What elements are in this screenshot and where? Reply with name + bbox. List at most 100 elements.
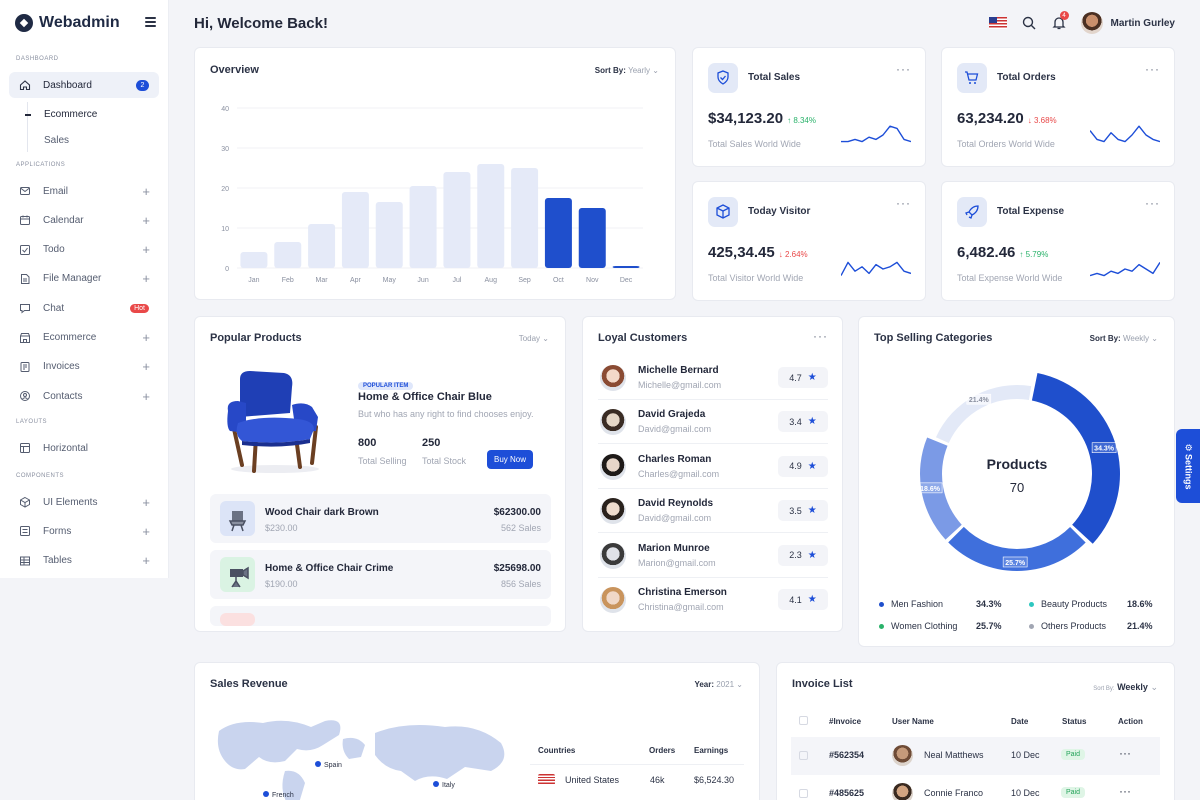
featured-product-desc: But who has any right to find chooses en… (358, 409, 534, 419)
customer-rating: 4.1 ★ (778, 589, 828, 610)
y-tick-label: 20 (221, 186, 229, 193)
list-item[interactable]: Marion Munroe Marion@gmail.com 2.3 ★ (598, 534, 828, 578)
sidebar-item-contacts[interactable]: Contacts + (9, 383, 159, 409)
top-selling-categories-card: Top Selling Categories Sort By: Weekly ⌄… (858, 316, 1175, 647)
row-checkbox[interactable] (799, 751, 808, 760)
popular-products-title: Popular Products (210, 332, 302, 344)
us-flag-icon[interactable] (988, 17, 1007, 29)
map-pin-icon (315, 761, 321, 767)
sidebar-subitem-ecommerce[interactable]: Ecommerce (44, 109, 97, 120)
customer-email: Charles@gmail.com (638, 468, 720, 479)
bar-may (375, 202, 403, 268)
more-icon[interactable]: ··· (896, 63, 911, 75)
stat-title: Total Orders (997, 72, 1056, 83)
list-item[interactable]: Michelle Bernard Michelle@gmail.com 4.7 ★ (598, 356, 828, 400)
sidebar-item-forms[interactable]: Forms + (9, 518, 159, 544)
bar-sep (511, 168, 539, 268)
table-row[interactable]: #562354 Neal Matthews 10 Dec Paid ··· (791, 737, 1160, 775)
sidebar-item-todo[interactable]: Todo + (9, 237, 159, 263)
customer-name: Marion Munroe (638, 542, 710, 554)
sidebar-item-label: Invoices (43, 361, 80, 373)
more-icon[interactable]: ··· (896, 197, 911, 209)
menu-toggle-icon[interactable] (145, 17, 156, 27)
plus-icon[interactable]: + (142, 389, 150, 404)
map-marker-french[interactable]: French (263, 791, 294, 799)
plus-icon[interactable]: + (142, 184, 150, 199)
table-row[interactable]: #485625 Connie Franco 10 Dec Paid ··· (791, 775, 1160, 800)
sidebar-item-horizontal[interactable]: Horizontal (9, 435, 159, 461)
list-item[interactable]: Charles Roman Charles@gmail.com 4.9 ★ (598, 445, 828, 489)
store-icon (19, 332, 31, 344)
sidebar-item-tables[interactable]: Tables + (9, 548, 159, 574)
invoice-id[interactable]: #562354 (829, 750, 864, 760)
invoice-id[interactable]: #485625 (829, 788, 864, 798)
buy-now-button[interactable]: Buy Now (487, 450, 534, 469)
legend-label: Men Fashion (891, 599, 944, 609)
x-tick-label: Dec (620, 277, 633, 284)
list-item[interactable]: Wood Chair dark Brown $230.00 $62300.00 … (210, 494, 551, 543)
section-applications: APPLICATIONS (16, 162, 66, 168)
bell-icon[interactable]: 4 (1051, 11, 1069, 31)
bar-apr (341, 192, 369, 268)
invoice-icon (19, 361, 31, 373)
search-icon[interactable] (1021, 15, 1037, 31)
more-icon[interactable]: ··· (813, 330, 828, 342)
row-checkbox[interactable] (799, 789, 808, 798)
stat-value: 6,482.46 ↑ 5.79% (957, 244, 1049, 261)
plus-icon[interactable]: + (142, 330, 150, 345)
more-icon[interactable]: ··· (1145, 63, 1160, 75)
stat-change: ↑ 8.34% (787, 116, 816, 125)
column-header: Countries (538, 746, 576, 755)
sidebar-item-dashboard[interactable]: Dashboard 2 (9, 72, 159, 98)
customer-email: Marion@gmail.com (638, 557, 716, 568)
list-item[interactable]: David Reynolds David@gmail.com 3.5 ★ (598, 489, 828, 534)
sidebar-item-email[interactable]: Email + (9, 178, 159, 204)
legend-item: Women Clothing 25.7% (879, 621, 1009, 631)
legend-value: 34.3% (976, 599, 1002, 609)
revenue-year-dropdown[interactable]: Year: 2021 ⌄ (694, 680, 743, 689)
plus-icon[interactable]: + (142, 271, 150, 286)
sidebar-item-file-manager[interactable]: File Manager + (9, 266, 159, 292)
logo[interactable]: Webadmin (15, 14, 120, 32)
user-menu[interactable]: Martin Gurley (1080, 12, 1175, 34)
invoice-sort-dropdown[interactable]: Sort By: Weekly ⌄ (1093, 682, 1158, 693)
more-icon[interactable]: ··· (1119, 746, 1131, 760)
legend-value: 25.7% (976, 621, 1002, 631)
sidebar-item-chat[interactable]: Chat Hot (9, 295, 159, 321)
plus-icon[interactable]: + (142, 242, 150, 257)
sort-label: Sort By: (1093, 686, 1115, 692)
sidebar-item-invoices[interactable]: Invoices + (9, 354, 159, 380)
country-name: United States (565, 775, 620, 785)
more-icon[interactable]: ··· (1145, 197, 1160, 209)
list-item[interactable]: David Grajeda David@gmail.com 3.4 ★ (598, 400, 828, 445)
more-icon[interactable]: ··· (1119, 784, 1131, 798)
sidebar-item-label: Forms (43, 525, 72, 537)
sidebar-item-ecommerce[interactable]: Ecommerce + (9, 325, 159, 351)
map-marker-spain[interactable]: Spain (315, 761, 342, 769)
list-item[interactable] (210, 606, 551, 626)
sidebar-item-calendar[interactable]: Calendar + (9, 207, 159, 233)
loyal-customers-title: Loyal Customers (598, 332, 688, 344)
plus-icon[interactable]: + (142, 359, 150, 374)
list-item[interactable]: Christina Emerson Christina@gmail.com 4.1 ★ (598, 578, 828, 622)
product-thumb-icon (220, 501, 255, 536)
popular-filter-dropdown[interactable]: Today ⌄ (519, 334, 549, 343)
plus-icon[interactable]: + (142, 524, 150, 539)
sidebar-subitem-sales[interactable]: Sales (44, 135, 69, 146)
plus-icon[interactable]: + (142, 213, 150, 228)
avatar (600, 542, 626, 569)
chevron-down-icon: ⌄ (542, 334, 549, 343)
map-marker-italy[interactable]: Italy (433, 781, 455, 789)
sidebar-item-ui-elements[interactable]: UI Elements + (9, 489, 159, 515)
dashboard-badge: 2 (136, 79, 149, 91)
list-item[interactable]: Home & Office Chair Crime $190.00 $25698… (210, 550, 551, 599)
select-all-checkbox[interactable] (799, 716, 808, 725)
plus-icon[interactable]: + (142, 495, 150, 510)
settings-tab[interactable]: ⚙ Settings (1176, 429, 1200, 503)
plus-icon[interactable]: + (142, 553, 150, 568)
sidebar-item-label: Calendar (43, 214, 84, 226)
logo-icon (15, 14, 33, 32)
donut-center-value: 70 (1010, 480, 1024, 495)
sidebar-item-label: Dashboard (43, 79, 92, 91)
checkbox-icon (19, 244, 31, 256)
